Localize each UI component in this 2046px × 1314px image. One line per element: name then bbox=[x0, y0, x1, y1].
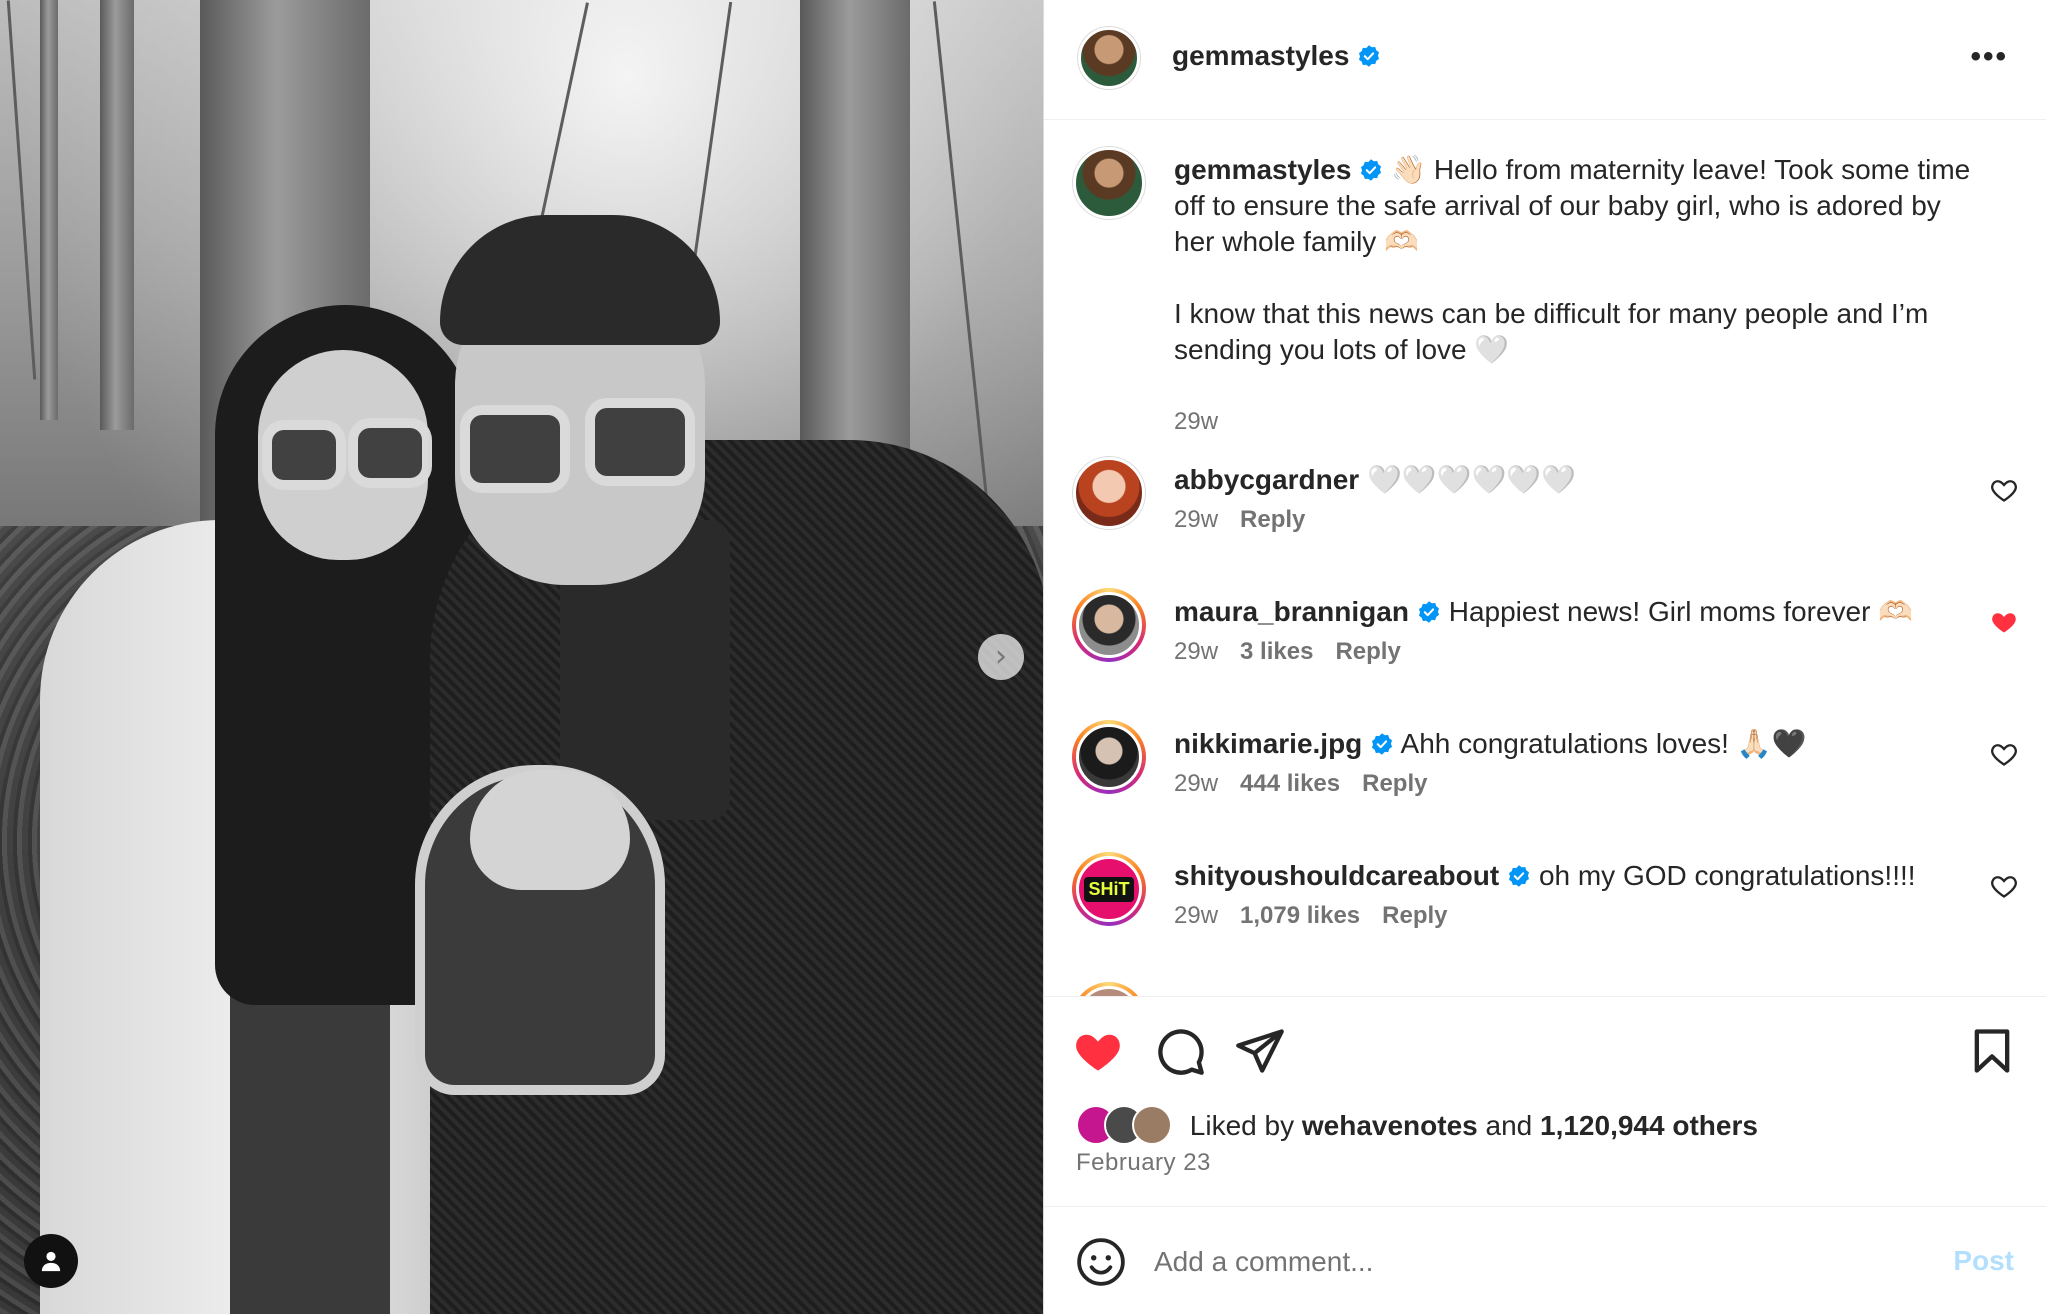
author-avatar-image bbox=[1078, 27, 1140, 89]
commenter-avatar[interactable] bbox=[1072, 720, 1146, 794]
baby-head bbox=[470, 770, 630, 890]
more-options-button[interactable]: ••• bbox=[1970, 40, 2008, 74]
comment-time[interactable]: 29w bbox=[1174, 638, 1218, 665]
post-actions: Liked by wehavenotes and 1,120,944 other… bbox=[1044, 996, 2046, 1206]
add-comment-bar: Post bbox=[1044, 1206, 2046, 1314]
liker-avatars bbox=[1076, 1105, 1176, 1145]
author-avatar[interactable] bbox=[1077, 26, 1141, 90]
tree-trunk bbox=[40, 0, 58, 420]
comment-reply-button[interactable]: Reply bbox=[1335, 638, 1400, 665]
liker-avatar bbox=[1132, 1105, 1172, 1145]
heart-outline-icon[interactable] bbox=[1990, 740, 2018, 768]
comment-text: maura_brannigan Happiest news! Girl moms… bbox=[1174, 594, 1976, 630]
commenter-username[interactable]: shityoushouldcareabout bbox=[1174, 860, 1499, 891]
comment-meta: 29w 1,079 likes Reply bbox=[1174, 902, 1470, 930]
verified-badge-icon bbox=[1418, 601, 1439, 623]
post-header: gemmastyles ••• bbox=[1044, 0, 2046, 120]
comment-text: shityoushouldcareabout oh my GOD congrat… bbox=[1174, 858, 1976, 894]
comment-likes[interactable]: 1,079 likes bbox=[1240, 902, 1360, 929]
post-modal: › gemmastyles ••• gemmastyles 👋🏻 Hello f… bbox=[0, 0, 2046, 1314]
share-icon[interactable] bbox=[1234, 1025, 1286, 1077]
heart-filled-icon[interactable] bbox=[1072, 1025, 1124, 1077]
comment-time[interactable]: 29w bbox=[1174, 506, 1218, 533]
comment-time[interactable]: 29w bbox=[1174, 902, 1218, 929]
commenter-avatar-logo: SHiT bbox=[1084, 876, 1134, 902]
tree-trunk bbox=[100, 0, 134, 430]
bookmark-icon[interactable] bbox=[1966, 1025, 2018, 1077]
comment-input[interactable] bbox=[1154, 1237, 1914, 1287]
first-liker[interactable]: wehavenotes bbox=[1302, 1110, 1478, 1141]
comment-meta: 29w 3 likes Reply bbox=[1174, 638, 1423, 666]
commenter-avatar[interactable]: SHiT bbox=[1072, 852, 1146, 926]
comment-time[interactable]: 29w bbox=[1174, 770, 1218, 797]
more-horizontal-icon: ••• bbox=[1970, 40, 2008, 73]
comment-meta: 29w 444 likes Reply bbox=[1174, 770, 1449, 798]
verified-badge-icon bbox=[1361, 159, 1382, 181]
post-side-panel: gemmastyles ••• gemmastyles 👋🏻 Hello fro… bbox=[1043, 0, 2046, 1314]
woman-sunglasses-left bbox=[262, 420, 346, 490]
commenter-avatar-image bbox=[1076, 986, 1142, 996]
commenter-avatar-image bbox=[1076, 724, 1142, 790]
chevron-right-icon: › bbox=[995, 639, 1007, 674]
comment-body: 🤍🤍🤍🤍🤍🤍 bbox=[1366, 464, 1577, 495]
comments-list[interactable]: gemmastyles 👋🏻 Hello from maternity leav… bbox=[1044, 120, 2046, 996]
caption-avatar-image bbox=[1073, 147, 1145, 219]
caption-avatar[interactable] bbox=[1072, 146, 1146, 220]
author-username-text[interactable]: gemmastyles bbox=[1172, 40, 1349, 71]
comment-body: oh my GOD congratulations!!!! bbox=[1538, 860, 1916, 891]
emoji-icon[interactable] bbox=[1076, 1237, 1126, 1287]
commenter-username[interactable]: abbycgardner bbox=[1174, 464, 1359, 495]
man-sunglasses-left bbox=[460, 405, 570, 493]
likes-summary[interactable]: Liked by wehavenotes and 1,120,944 other… bbox=[1076, 1105, 1758, 1145]
heart-outline-icon[interactable] bbox=[1990, 872, 2018, 900]
comment-likes[interactable]: 3 likes bbox=[1240, 638, 1313, 665]
woman-sunglasses-right bbox=[348, 418, 432, 488]
commenter-avatar-image bbox=[1073, 457, 1145, 529]
comment-body: Happiest news! Girl moms forever 🫶🏻 bbox=[1448, 596, 1914, 627]
caption-body-2: I know that this news can be difficult f… bbox=[1174, 298, 1929, 365]
commenter-avatar[interactable] bbox=[1072, 456, 1146, 530]
man-sunglasses-right bbox=[585, 398, 695, 486]
likes-prefix: Liked by bbox=[1189, 1110, 1295, 1141]
post-date[interactable]: February 23 bbox=[1076, 1149, 1211, 1177]
commenter-username[interactable]: nikkimarie.jpg bbox=[1174, 728, 1362, 759]
commenter-avatar[interactable] bbox=[1072, 982, 1146, 996]
caption-time[interactable]: 29w bbox=[1174, 408, 1218, 435]
tree-trunk bbox=[800, 0, 910, 500]
commenter-avatar-image: SHiT bbox=[1076, 856, 1142, 922]
commenter-username[interactable]: maura_brannigan bbox=[1174, 596, 1409, 627]
likes-conj: and bbox=[1485, 1110, 1533, 1141]
heart-outline-icon[interactable] bbox=[1990, 476, 2018, 504]
comment-text: abbycgardner 🤍🤍🤍🤍🤍🤍 bbox=[1174, 462, 1976, 498]
comment-text: nikkimarie.jpg Ahh congratulations loves… bbox=[1174, 726, 1976, 762]
comment-reply-button[interactable]: Reply bbox=[1240, 506, 1305, 533]
post-comment-button[interactable]: Post bbox=[1953, 1245, 2014, 1277]
comment-icon[interactable] bbox=[1154, 1025, 1206, 1077]
commenter-avatar[interactable] bbox=[1072, 588, 1146, 662]
verified-badge-icon bbox=[1509, 865, 1530, 887]
commenter-avatar-image bbox=[1076, 592, 1142, 658]
user-icon bbox=[41, 1251, 61, 1272]
caption-username[interactable]: gemmastyles bbox=[1174, 154, 1351, 185]
comment-reply-button[interactable]: Reply bbox=[1382, 902, 1447, 929]
caption-text: gemmastyles 👋🏻 Hello from maternity leav… bbox=[1174, 152, 1976, 368]
likes-count[interactable]: 1,120,944 others bbox=[1540, 1110, 1758, 1141]
verified-badge-icon bbox=[1372, 733, 1393, 755]
caption-meta: 29w bbox=[1174, 408, 1240, 436]
author-username[interactable]: gemmastyles bbox=[1172, 40, 1381, 72]
tagged-users-button[interactable] bbox=[24, 1234, 78, 1288]
comment-body: Ahh congratulations loves! 🙏🏻🖤 bbox=[1400, 728, 1807, 759]
verified-badge-icon bbox=[1359, 45, 1380, 67]
comment-meta: 29w Reply bbox=[1174, 506, 1327, 534]
comment-reply-button[interactable]: Reply bbox=[1362, 770, 1427, 797]
comment-likes[interactable]: 444 likes bbox=[1240, 770, 1340, 797]
next-photo-button[interactable]: › bbox=[978, 634, 1024, 680]
post-photo[interactable]: › bbox=[0, 0, 1043, 1314]
heart-filled-icon[interactable] bbox=[1990, 608, 2018, 636]
